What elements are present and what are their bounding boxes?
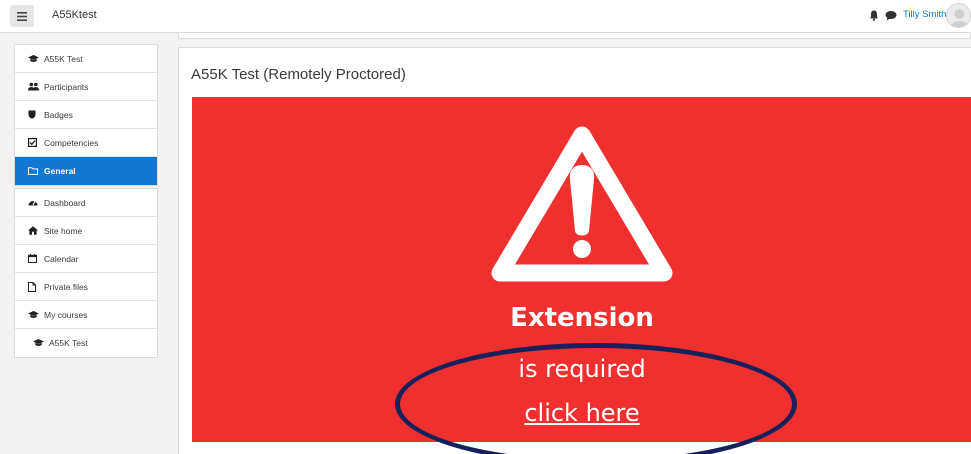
menu-toggle-button[interactable]: [10, 5, 34, 27]
shield-icon: [28, 110, 41, 119]
users-icon: [28, 82, 41, 91]
sidebar-item-dashboard[interactable]: Dashboard: [15, 189, 157, 217]
sidebar-item-label: My courses: [44, 309, 88, 320]
sidebar-item-site-home[interactable]: Site home: [15, 217, 157, 245]
sidebar-item-participants[interactable]: Participants: [15, 73, 157, 101]
file-icon: [28, 281, 41, 292]
sidebar-item-label: Participants: [44, 81, 89, 92]
sidebar-item-label: A55K Test: [49, 338, 88, 348]
graduation-cap-icon: [33, 339, 46, 347]
page-title: A55K Test (Remotely Proctored): [191, 66, 406, 83]
site-name-link[interactable]: A55Ktest: [52, 9, 97, 21]
chat-icon[interactable]: [885, 10, 897, 21]
bell-icon[interactable]: [869, 10, 879, 21]
banner-subtitle: is required: [518, 355, 646, 383]
sidebar-item-general[interactable]: General: [15, 157, 157, 185]
nav-drawer: A55K Test Participants Badges Competenci…: [14, 44, 158, 358]
sidebar-item-label: Badges: [44, 109, 73, 120]
calendar-icon: [28, 254, 41, 263]
dashboard-icon: [28, 198, 41, 207]
graduation-cap-icon: [28, 310, 41, 319]
sidebar-item-label: Dashboard: [44, 197, 86, 208]
sidebar-item-label: General: [44, 166, 76, 176]
click-here-link[interactable]: click here: [192, 399, 971, 427]
main-content: A55K Test (Remotely Proctored) Extension…: [178, 47, 971, 454]
user-menu-name[interactable]: Tilly Smith: [903, 9, 946, 20]
sidebar-item-my-courses[interactable]: My courses: [15, 301, 157, 329]
sidebar-item-private-files[interactable]: Private files: [15, 273, 157, 301]
checkbox-icon: [28, 138, 41, 147]
extension-required-banner: Extension is required click here: [192, 97, 971, 442]
avatar[interactable]: [946, 3, 971, 28]
home-icon: [28, 226, 41, 235]
sidebar-item-label: Site home: [44, 225, 83, 236]
sidebar-item-course-link[interactable]: A55K Test: [15, 329, 157, 357]
sidebar-item-label: Calendar: [44, 253, 79, 264]
sidebar-item-badges[interactable]: Badges: [15, 101, 157, 129]
banner-title: Extension: [510, 303, 654, 333]
sidebar-item-label: A55K Test: [44, 53, 83, 64]
warning-icon: [491, 126, 673, 282]
sidebar-item-course[interactable]: A55K Test: [15, 45, 157, 73]
sidebar-item-label: Competencies: [44, 137, 99, 148]
folder-icon: [28, 167, 41, 175]
menu-icon: [17, 11, 27, 21]
content-header-strip: [178, 33, 971, 39]
site-nav-group: Dashboard Site home Calendar Private fil…: [14, 188, 158, 358]
graduation-cap-icon: [28, 54, 41, 63]
user-silhouette-icon: [950, 9, 969, 27]
course-nav-group: A55K Test Participants Badges Competenci…: [14, 44, 158, 186]
sidebar-item-calendar[interactable]: Calendar: [15, 245, 157, 273]
sidebar-item-label: Private files: [44, 281, 88, 292]
top-navbar: A55Ktest Tilly Smith: [0, 0, 971, 33]
sidebar-item-competencies[interactable]: Competencies: [15, 129, 157, 157]
